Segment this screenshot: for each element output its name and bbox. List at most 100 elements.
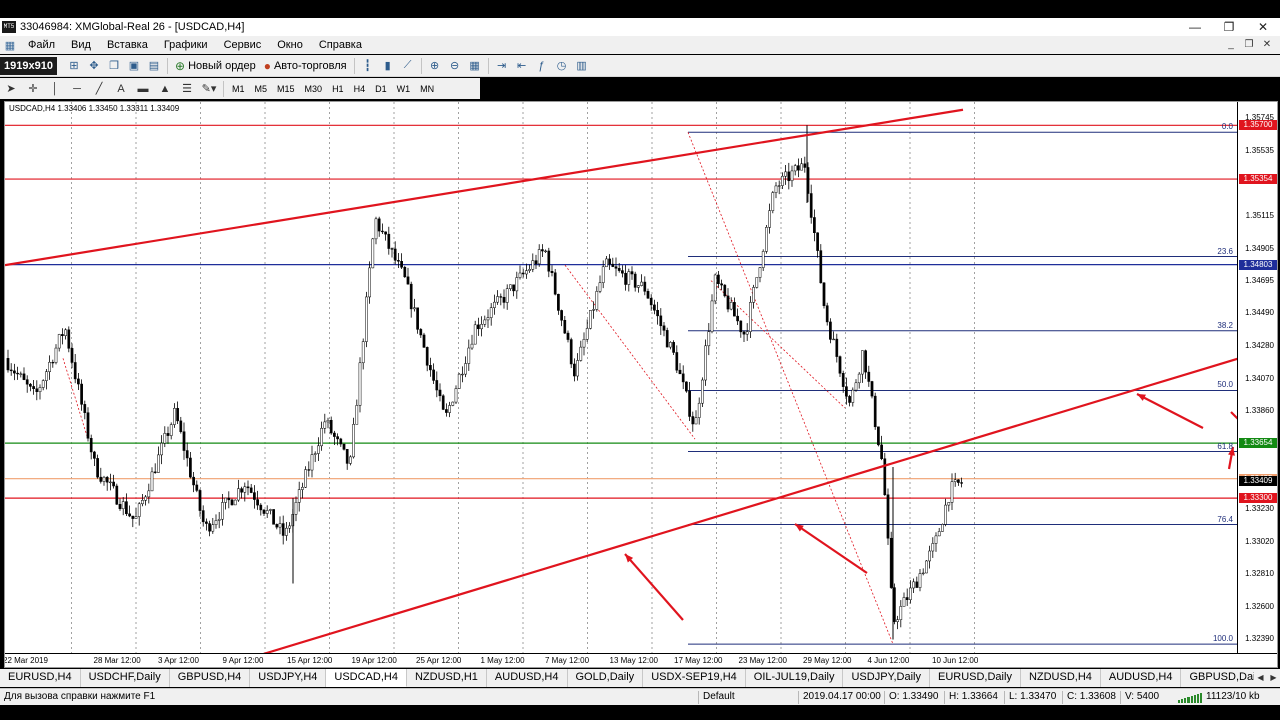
- auto-trading-button[interactable]: ● Авто-торговля: [260, 57, 351, 75]
- horizontal-line-icon[interactable]: ─: [66, 83, 88, 95]
- price-label: 1.32390: [1245, 634, 1274, 644]
- triangle-icon[interactable]: ▲: [154, 83, 176, 95]
- menu-tools[interactable]: Сервис: [216, 39, 270, 51]
- chart-tab[interactable]: USDJPY,H4: [250, 669, 327, 687]
- new-chart-icon[interactable]: ⊞: [64, 57, 84, 75]
- crosshair-move-icon[interactable]: ✥: [84, 57, 104, 75]
- candle-body: [387, 233, 391, 249]
- tab-scroll-right-icon[interactable]: ▶: [1267, 669, 1280, 687]
- text-tool-icon[interactable]: A: [110, 83, 132, 95]
- tab-scroll-left-icon[interactable]: ◀: [1254, 669, 1267, 687]
- time-scale[interactable]: 22 Mar 2019 28 Mar 12:00 3 Apr 12:00 9 Apr …: [5, 653, 1277, 667]
- menu-charts[interactable]: Графики: [156, 39, 216, 51]
- chart-restore-button[interactable]: ❐: [1240, 36, 1258, 54]
- price-level-badge: 1.33409: [1239, 476, 1277, 487]
- minimize-button[interactable]: —: [1178, 18, 1212, 36]
- chart-tab[interactable]: EURUSD,H4: [0, 669, 81, 687]
- chart-tab[interactable]: GBPUSD,H4: [170, 669, 251, 687]
- maximize-button[interactable]: ❐: [1212, 18, 1246, 36]
- candle-body: [713, 274, 717, 302]
- chart-close-button[interactable]: ✕: [1258, 36, 1276, 54]
- candle-body: [243, 486, 247, 493]
- chart-tab[interactable]: EURUSD,Daily: [930, 669, 1021, 687]
- timeframe-w1[interactable]: W1: [392, 84, 416, 94]
- chart-tab[interactable]: AUDUSD,H4: [487, 669, 568, 687]
- candle-body: [614, 266, 618, 269]
- candlestick-icon[interactable]: ▮: [378, 57, 398, 75]
- bar-chart-icon[interactable]: ┇: [358, 57, 378, 75]
- dotted-trend-line: [564, 264, 696, 440]
- time-label: 10 Jun 12:00: [932, 656, 979, 665]
- chart-tab[interactable]: AUDUSD,H4: [1101, 669, 1182, 687]
- candle-body: [253, 492, 256, 500]
- candle-body: [816, 232, 819, 251]
- timeframe-m30[interactable]: M30: [300, 84, 328, 94]
- candle-body: [889, 537, 893, 588]
- chart-tab[interactable]: NZDUSD,H4: [1021, 669, 1101, 687]
- candle-body: [134, 516, 138, 519]
- indicators-icon[interactable]: ƒ: [532, 57, 552, 75]
- chart-tab[interactable]: USDCAD,H4: [326, 669, 407, 687]
- candle-body: [953, 479, 957, 482]
- candle-body: [896, 619, 899, 622]
- templates-icon[interactable]: ▥: [572, 57, 592, 75]
- cursor-icon[interactable]: ➤: [0, 82, 22, 95]
- chart-tab[interactable]: NZDUSD,H1: [407, 669, 487, 687]
- price-label: 1.34905: [1245, 243, 1274, 253]
- chart-tab[interactable]: USDJPY,Daily: [843, 669, 930, 687]
- candle-body: [304, 469, 307, 488]
- chart-shift-icon[interactable]: ⇤: [512, 57, 532, 75]
- status-profile[interactable]: Default: [703, 691, 735, 702]
- shapes-dropdown-icon[interactable]: ✎▾: [198, 82, 220, 95]
- candle-body: [435, 380, 439, 391]
- timeframe-h1[interactable]: H1: [327, 84, 349, 94]
- auto-scroll-icon[interactable]: ⇥: [492, 57, 512, 75]
- price-scale[interactable]: 1.35745 1.35535 1.35115 1.34905 1.34695 1.344…: [1237, 102, 1277, 655]
- candle-body: [278, 523, 282, 528]
- price-label: 1.33860: [1245, 406, 1274, 416]
- trendline-icon[interactable]: ╱: [88, 82, 110, 95]
- candle-body: [45, 371, 48, 381]
- timeframe-mn[interactable]: MN: [415, 84, 439, 94]
- price-level-badge: 1.35700: [1239, 120, 1277, 131]
- line-chart-icon[interactable]: ⟋: [398, 57, 418, 75]
- menu-insert[interactable]: Вставка: [99, 39, 156, 51]
- chart-minimize-button[interactable]: _: [1222, 36, 1240, 54]
- chart-window[interactable]: USDCAD,H4 1.33406 1.33450 1.33311 1.3340…: [4, 101, 1278, 668]
- candle-body: [416, 307, 419, 330]
- timeframe-m5[interactable]: M5: [250, 84, 273, 94]
- zoom-out-icon[interactable]: ⊖: [445, 57, 465, 75]
- menu-view[interactable]: Вид: [63, 39, 99, 51]
- market-watch-icon[interactable]: ▣: [124, 57, 144, 75]
- candle-body: [451, 401, 455, 406]
- candle-body: [6, 358, 10, 371]
- timeframe-d1[interactable]: D1: [370, 84, 392, 94]
- timeframe-m1[interactable]: M1: [227, 84, 250, 94]
- timeframe-m15[interactable]: M15: [272, 84, 300, 94]
- chart-tab[interactable]: USDX-SEP19,H4: [643, 669, 746, 687]
- fibonacci-icon[interactable]: ☰: [176, 82, 198, 95]
- close-button[interactable]: ✕: [1246, 18, 1280, 36]
- menu-file[interactable]: Файл: [20, 39, 63, 51]
- periods-icon[interactable]: ◷: [552, 57, 572, 75]
- rectangle-icon[interactable]: ▬: [132, 83, 154, 95]
- chart-tab[interactable]: GOLD,Daily: [568, 669, 644, 687]
- new-order-button[interactable]: ⊕ Новый ордер: [171, 57, 260, 75]
- price-chart[interactable]: [5, 102, 1239, 655]
- chart-tab[interactable]: USDCHF,Daily: [81, 669, 170, 687]
- tile-windows-icon[interactable]: ▦: [465, 57, 485, 75]
- candle-body: [637, 285, 640, 288]
- crosshair-icon[interactable]: ✛: [22, 82, 44, 95]
- chart-tab[interactable]: OIL-JUL19,Daily: [746, 669, 844, 687]
- navigator-icon[interactable]: ▤: [144, 57, 164, 75]
- candle-body: [29, 383, 32, 387]
- candle-body: [902, 597, 906, 607]
- timeframe-h4[interactable]: H4: [349, 84, 371, 94]
- menu-help[interactable]: Справка: [311, 39, 370, 51]
- candle-body: [345, 449, 349, 464]
- menu-window[interactable]: Окно: [269, 39, 311, 51]
- zoom-in-icon[interactable]: ⊕: [425, 57, 445, 75]
- vertical-line-icon[interactable]: │: [44, 83, 66, 95]
- profiles-icon[interactable]: ❐: [104, 57, 124, 75]
- candle-body: [909, 587, 912, 600]
